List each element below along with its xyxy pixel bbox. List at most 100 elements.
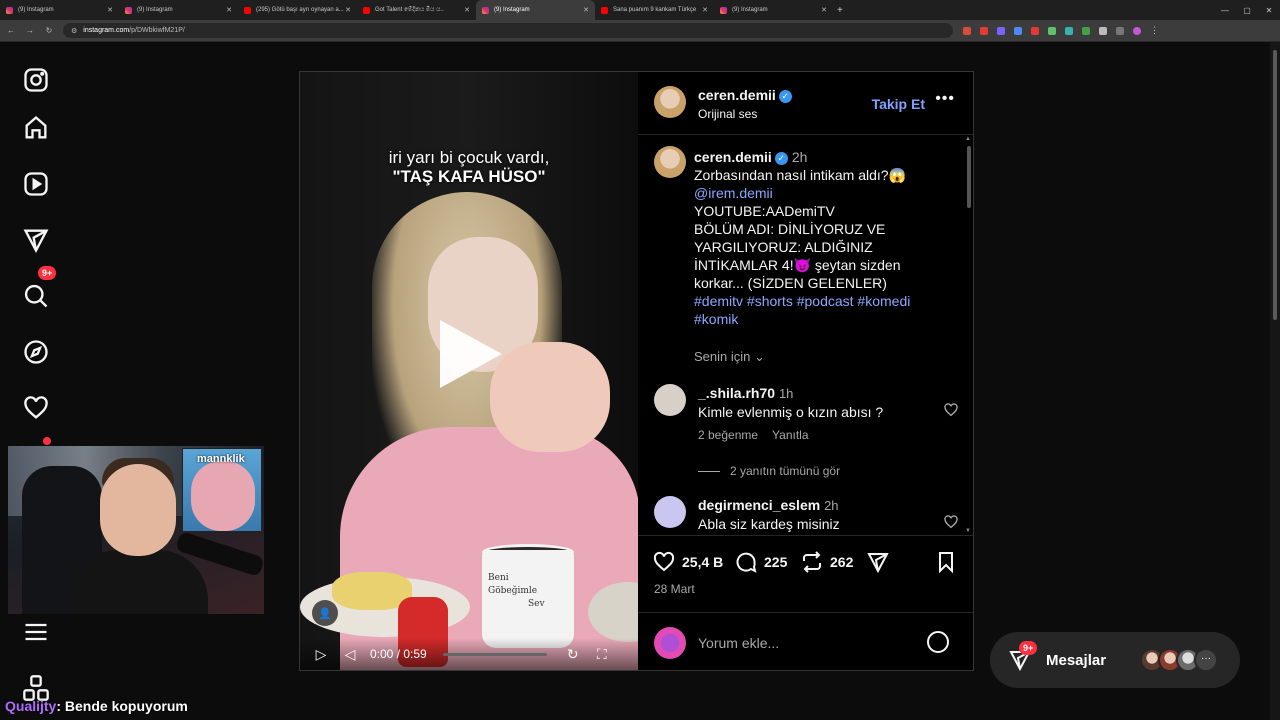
browser-tab-active[interactable]: (9) Instagram ✕ <box>476 0 595 20</box>
tab-label: (9) Instagram <box>18 7 54 13</box>
tagged-people-icon[interactable]: 👤 <box>312 600 338 626</box>
author-username[interactable]: ceren.demii <box>698 87 776 103</box>
browser-tab[interactable]: (295) Götü başı ayrı oynayan a... ✕ <box>238 0 357 20</box>
reels-icon[interactable] <box>22 170 50 198</box>
home-icon[interactable] <box>22 114 50 142</box>
browser-tab[interactable]: Got Talent මේදිනය මිය ය.. ✕ <box>357 0 476 20</box>
comment-text: Abla siz kardeş misiniz <box>698 516 840 532</box>
explore-icon[interactable] <box>22 338 50 366</box>
close-icon[interactable]: ✕ <box>226 6 232 14</box>
site-info-icon[interactable]: ⚙ <box>71 27 77 35</box>
extension-icon[interactable] <box>997 26 1005 35</box>
profile-avatar[interactable] <box>1133 26 1141 35</box>
comment-username[interactable]: _.shila.rh70 <box>698 385 775 401</box>
commenter-avatar[interactable] <box>654 496 686 528</box>
close-icon[interactable]: ✕ <box>107 6 113 14</box>
comment: degirmenci_eslem 2h Abla siz kardeş misin… <box>654 496 959 534</box>
video-progress[interactable] <box>442 652 547 656</box>
messages-badge: 9+ <box>1019 641 1038 655</box>
reply-button[interactable]: Yanıtla <box>772 428 808 442</box>
fullscreen-icon[interactable]: ⛶ <box>594 646 610 663</box>
repost-button[interactable]: 262 <box>800 550 853 574</box>
search-icon[interactable] <box>22 282 50 310</box>
close-icon[interactable]: ✕ <box>464 6 470 14</box>
extension-icon[interactable] <box>1065 26 1073 35</box>
commenter-avatar[interactable] <box>654 384 686 416</box>
maximize-icon[interactable]: ▢ <box>1236 6 1258 15</box>
for-you-dropdown[interactable]: Senin için ⌄ <box>694 349 765 365</box>
like-button[interactable]: 25,4 B <box>652 550 723 574</box>
browser-tab[interactable]: (9) Instagram ✕ <box>0 0 119 20</box>
browser-tab[interactable]: (9) Instagram ✕ <box>714 0 833 20</box>
tab-label: (9) Instagram <box>732 7 768 13</box>
play-overlay-icon[interactable] <box>440 320 502 388</box>
comments-scroll-area[interactable]: ceren.demii ✓ 2h Zorbasından nasıl intikam… <box>638 136 973 534</box>
extension-icon[interactable] <box>1048 26 1056 35</box>
speed-icon[interactable]: ↻ <box>565 646 581 663</box>
back-icon[interactable]: ← <box>3 26 19 35</box>
close-icon[interactable]: ✕ <box>345 6 351 14</box>
extensions-puzzle-icon[interactable] <box>1099 26 1107 35</box>
instagram-logo-icon[interactable] <box>22 66 50 94</box>
extension-icons: ⋮ <box>963 25 1159 36</box>
comment-like-icon[interactable] <box>943 402 959 418</box>
page-scrollbar[interactable] <box>1270 42 1280 720</box>
pip-video: mannklik <box>182 448 262 532</box>
sidebar-icon[interactable] <box>1116 26 1124 35</box>
browser-tab[interactable]: Sana puanım 9 kankam Türkçe ✕ <box>595 0 714 20</box>
share-button[interactable] <box>866 550 896 574</box>
minimize-icon[interactable]: — <box>1214 6 1236 15</box>
caption-line: YOUTUBE:AADemiTV <box>694 203 835 219</box>
comment-username[interactable]: degirmenci_eslem <box>698 497 820 513</box>
hashtags[interactable]: #demitv #shorts #podcast #komedi #komik <box>694 292 954 328</box>
author-avatar[interactable] <box>654 146 686 178</box>
menu-icon[interactable] <box>22 618 50 646</box>
comment-like-icon[interactable] <box>943 514 959 530</box>
close-icon[interactable]: ✕ <box>583 6 589 14</box>
more-options-icon[interactable]: ••• <box>935 90 955 108</box>
comments-scrollbar[interactable]: ▲ ▼ <box>965 136 973 534</box>
comment-button[interactable]: 225 <box>734 550 787 574</box>
notifications-heart-icon[interactable] <box>22 394 50 422</box>
streamer-face <box>100 464 176 556</box>
pip-text: mannklik <box>197 453 245 465</box>
new-tab-icon[interactable]: + <box>837 5 843 16</box>
messages-pill[interactable]: 9+ Mesajlar ··· <box>990 632 1240 688</box>
mention-link[interactable]: @irem.demii <box>694 184 954 202</box>
chat-text: : Bende kopuyorum <box>56 698 188 714</box>
message-avatars: ··· <box>1140 648 1218 672</box>
post-date[interactable]: 28 Mart <box>654 582 695 596</box>
caption-username[interactable]: ceren.demii <box>694 149 772 165</box>
reload-icon[interactable]: ↻ <box>41 26 57 35</box>
scrollbar-thumb[interactable] <box>1273 50 1277 320</box>
close-icon[interactable]: ✕ <box>702 6 708 14</box>
youtube-icon <box>363 6 370 14</box>
messages-icon[interactable] <box>22 226 50 254</box>
close-icon[interactable]: ✕ <box>821 6 827 14</box>
forward-icon[interactable]: → <box>22 26 38 35</box>
volume-icon[interactable]: ◁ <box>342 646 358 663</box>
emoji-icon[interactable] <box>927 631 949 653</box>
extension-icon[interactable] <box>980 26 988 35</box>
comment-icon <box>736 552 757 573</box>
follow-button[interactable]: Takip Et <box>872 96 925 112</box>
post-sidebar: ceren.demii ✓ Orijinal ses Takip Et ••• c… <box>638 72 973 670</box>
save-button[interactable] <box>934 550 964 574</box>
comment-input[interactable]: Yorum ekle... <box>698 635 779 651</box>
author-avatar[interactable] <box>654 86 686 118</box>
audio-label[interactable]: Orijinal ses <box>698 107 792 121</box>
reel-video[interactable]: Beni Göbeğimle Sev iri yarı bi çocuk vardı… <box>300 72 638 670</box>
close-window-icon[interactable]: ✕ <box>1258 6 1280 15</box>
extension-icon[interactable] <box>963 26 971 35</box>
extension-icon[interactable] <box>1082 26 1090 35</box>
url-input[interactable]: ⚙ instagram.com/p/DWbkiwfM21P/ <box>63 23 953 38</box>
play-icon[interactable]: ▷ <box>313 646 329 663</box>
browser-tab[interactable]: (9) Instagram ✕ <box>119 0 238 20</box>
extension-icon[interactable] <box>1031 26 1039 35</box>
extension-icon[interactable] <box>1014 26 1022 35</box>
notification-dot <box>43 437 51 445</box>
comment-likes[interactable]: 2 beğenme <box>698 428 758 442</box>
browser-menu-icon[interactable]: ⋮ <box>1150 25 1159 36</box>
comment-text: Kimle evlenmiş o kızın abısı ? <box>698 404 884 420</box>
view-replies-button[interactable]: 2 yanıtın tümünü gör <box>698 464 840 478</box>
